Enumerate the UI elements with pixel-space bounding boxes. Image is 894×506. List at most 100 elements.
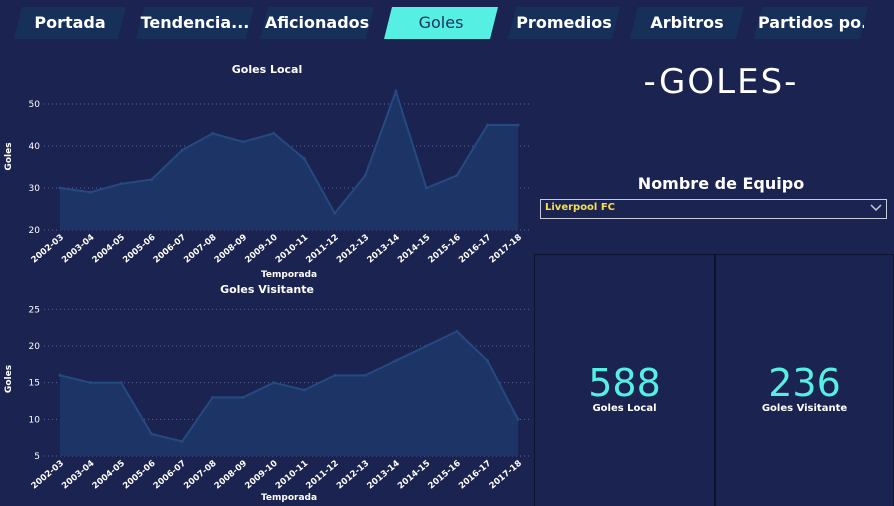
y-tick-label: 25 bbox=[29, 305, 40, 315]
data-point bbox=[455, 173, 459, 177]
card-value: 236 bbox=[768, 361, 841, 405]
data-point bbox=[241, 140, 245, 144]
data-point bbox=[394, 359, 398, 363]
tab-goles[interactable]: Goles bbox=[384, 7, 498, 39]
tab-promedios[interactable]: Promedios bbox=[508, 7, 620, 39]
tab-partidos[interactable]: Partidos po... bbox=[754, 7, 868, 39]
data-point bbox=[89, 381, 93, 385]
x-tick-label: 2007-08 bbox=[182, 459, 218, 492]
y-tick-label: 20 bbox=[29, 342, 41, 352]
x-tick-label: 2010-11 bbox=[274, 459, 310, 492]
y-axis-label: Goles bbox=[4, 142, 14, 170]
tab-label: Partidos po... bbox=[758, 13, 864, 32]
x-tick-label: 2017-18 bbox=[488, 233, 524, 266]
chart-title: Goles Visitante bbox=[220, 283, 314, 296]
data-point bbox=[302, 157, 306, 161]
x-tick-label: 2002-03 bbox=[30, 459, 66, 492]
data-point bbox=[241, 395, 245, 399]
card-value: 588 bbox=[588, 361, 661, 405]
x-tick-label: 2002-03 bbox=[30, 233, 66, 266]
x-tick-label: 2009-10 bbox=[243, 459, 279, 492]
data-point bbox=[211, 131, 215, 135]
x-tick-label: 2014-15 bbox=[396, 459, 432, 492]
data-point bbox=[119, 381, 123, 385]
y-axis-label: Goles bbox=[4, 365, 14, 393]
goles-visitante-card: 236 Goles Visitante bbox=[715, 254, 894, 506]
data-point bbox=[394, 89, 398, 93]
y-tick-label: 15 bbox=[29, 379, 40, 389]
slicer-selected-value: Liverpool FC bbox=[545, 202, 616, 213]
tab-bar: Portada Tendencia... Aficionados Goles P… bbox=[0, 0, 894, 48]
tab-label: Portada bbox=[34, 13, 106, 32]
x-tick-label: 2016-17 bbox=[457, 233, 493, 266]
data-point bbox=[150, 178, 154, 182]
tab-label: Arbitros bbox=[650, 13, 724, 32]
x-tick-label: 2011-12 bbox=[304, 459, 340, 492]
x-axis-label: Temporada bbox=[261, 493, 317, 503]
data-point bbox=[272, 131, 276, 135]
data-point bbox=[180, 148, 184, 152]
x-tick-label: 2006-07 bbox=[152, 233, 188, 266]
data-point bbox=[89, 190, 93, 194]
goles-local-svg: Goles Local 20 30 40 50 2002-032003-042004-05… bbox=[4, 63, 530, 280]
x-tick-label: 2008-09 bbox=[213, 233, 249, 266]
data-point bbox=[424, 186, 428, 190]
x-tick-label: 2014-15 bbox=[396, 233, 432, 266]
tab-aficionados[interactable]: Aficionados bbox=[260, 7, 374, 39]
x-tick-label: 2015-16 bbox=[427, 459, 463, 492]
x-tick-label: 2005-06 bbox=[121, 233, 157, 266]
data-point bbox=[302, 388, 306, 392]
goles-local-chart[interactable]: Goles Local 20 30 40 50 2002-03 2003-04 2004-05… bbox=[0, 52, 534, 284]
y-tick-label: 40 bbox=[29, 142, 41, 152]
data-point bbox=[211, 395, 215, 399]
team-slicer-dropdown[interactable]: Liverpool FC bbox=[540, 199, 887, 219]
data-point bbox=[333, 211, 337, 215]
x-tick-label: 2012-13 bbox=[335, 459, 371, 492]
y-tick-label: 30 bbox=[29, 184, 41, 194]
data-point bbox=[272, 381, 276, 385]
tab-label: Aficionados bbox=[264, 13, 370, 32]
page-title: -GOLES- bbox=[643, 62, 799, 102]
data-point bbox=[119, 182, 123, 186]
data-point bbox=[333, 373, 337, 377]
x-tick-label: 2006-07 bbox=[152, 459, 188, 492]
tab-label: Promedios bbox=[516, 13, 612, 32]
tab-label: Goles bbox=[418, 13, 464, 32]
tab-label: Tendencia... bbox=[140, 13, 250, 32]
data-point bbox=[180, 439, 184, 443]
tab-arbitros[interactable]: Arbitros bbox=[630, 7, 744, 39]
card-label: Goles Local bbox=[592, 403, 657, 414]
data-point bbox=[58, 186, 62, 190]
x-tick-label: 2011-12 bbox=[304, 233, 340, 266]
data-point bbox=[58, 373, 62, 377]
x-tick-label: 2008-09 bbox=[213, 459, 249, 492]
data-point bbox=[516, 417, 520, 421]
y-tick-label: 10 bbox=[29, 415, 41, 425]
x-tick-label: 2007-08 bbox=[182, 233, 218, 266]
data-point bbox=[363, 373, 367, 377]
data-point bbox=[485, 359, 489, 363]
goles-local-card: 588 Goles Local bbox=[534, 254, 715, 506]
data-point bbox=[424, 344, 428, 348]
x-tick-label: 2003-04 bbox=[60, 459, 96, 492]
tab-portada[interactable]: Portada bbox=[14, 7, 126, 39]
x-tick-label: 2010-11 bbox=[274, 233, 310, 266]
goles-visitante-svg: Goles Visitante5101520252002-032003-0420… bbox=[4, 283, 530, 503]
data-point bbox=[150, 432, 154, 436]
x-tick-label: 2009-10 bbox=[243, 233, 279, 266]
x-tick-label: 2013-14 bbox=[365, 459, 401, 492]
y-tick-label: 20 bbox=[29, 226, 41, 236]
data-point bbox=[455, 329, 459, 333]
y-tick-label: 50 bbox=[29, 100, 41, 110]
x-tick-label: 2005-06 bbox=[121, 459, 157, 492]
goles-visitante-chart[interactable]: Goles Visitante 5 10 15 20 25 2002-03 2003-04 20… bbox=[0, 276, 534, 506]
tab-tendencia[interactable]: Tendencia... bbox=[136, 7, 254, 39]
data-point bbox=[485, 123, 489, 127]
data-point bbox=[363, 173, 367, 177]
area-fill bbox=[60, 91, 518, 231]
x-tick-label: 2016-17 bbox=[457, 459, 493, 492]
slicer-label: Nombre de Equipo bbox=[637, 174, 805, 193]
x-tick-label: 2013-14 bbox=[365, 233, 401, 266]
x-tick-label: 2004-05 bbox=[91, 233, 127, 266]
chart-title: Goles Local bbox=[232, 63, 302, 76]
